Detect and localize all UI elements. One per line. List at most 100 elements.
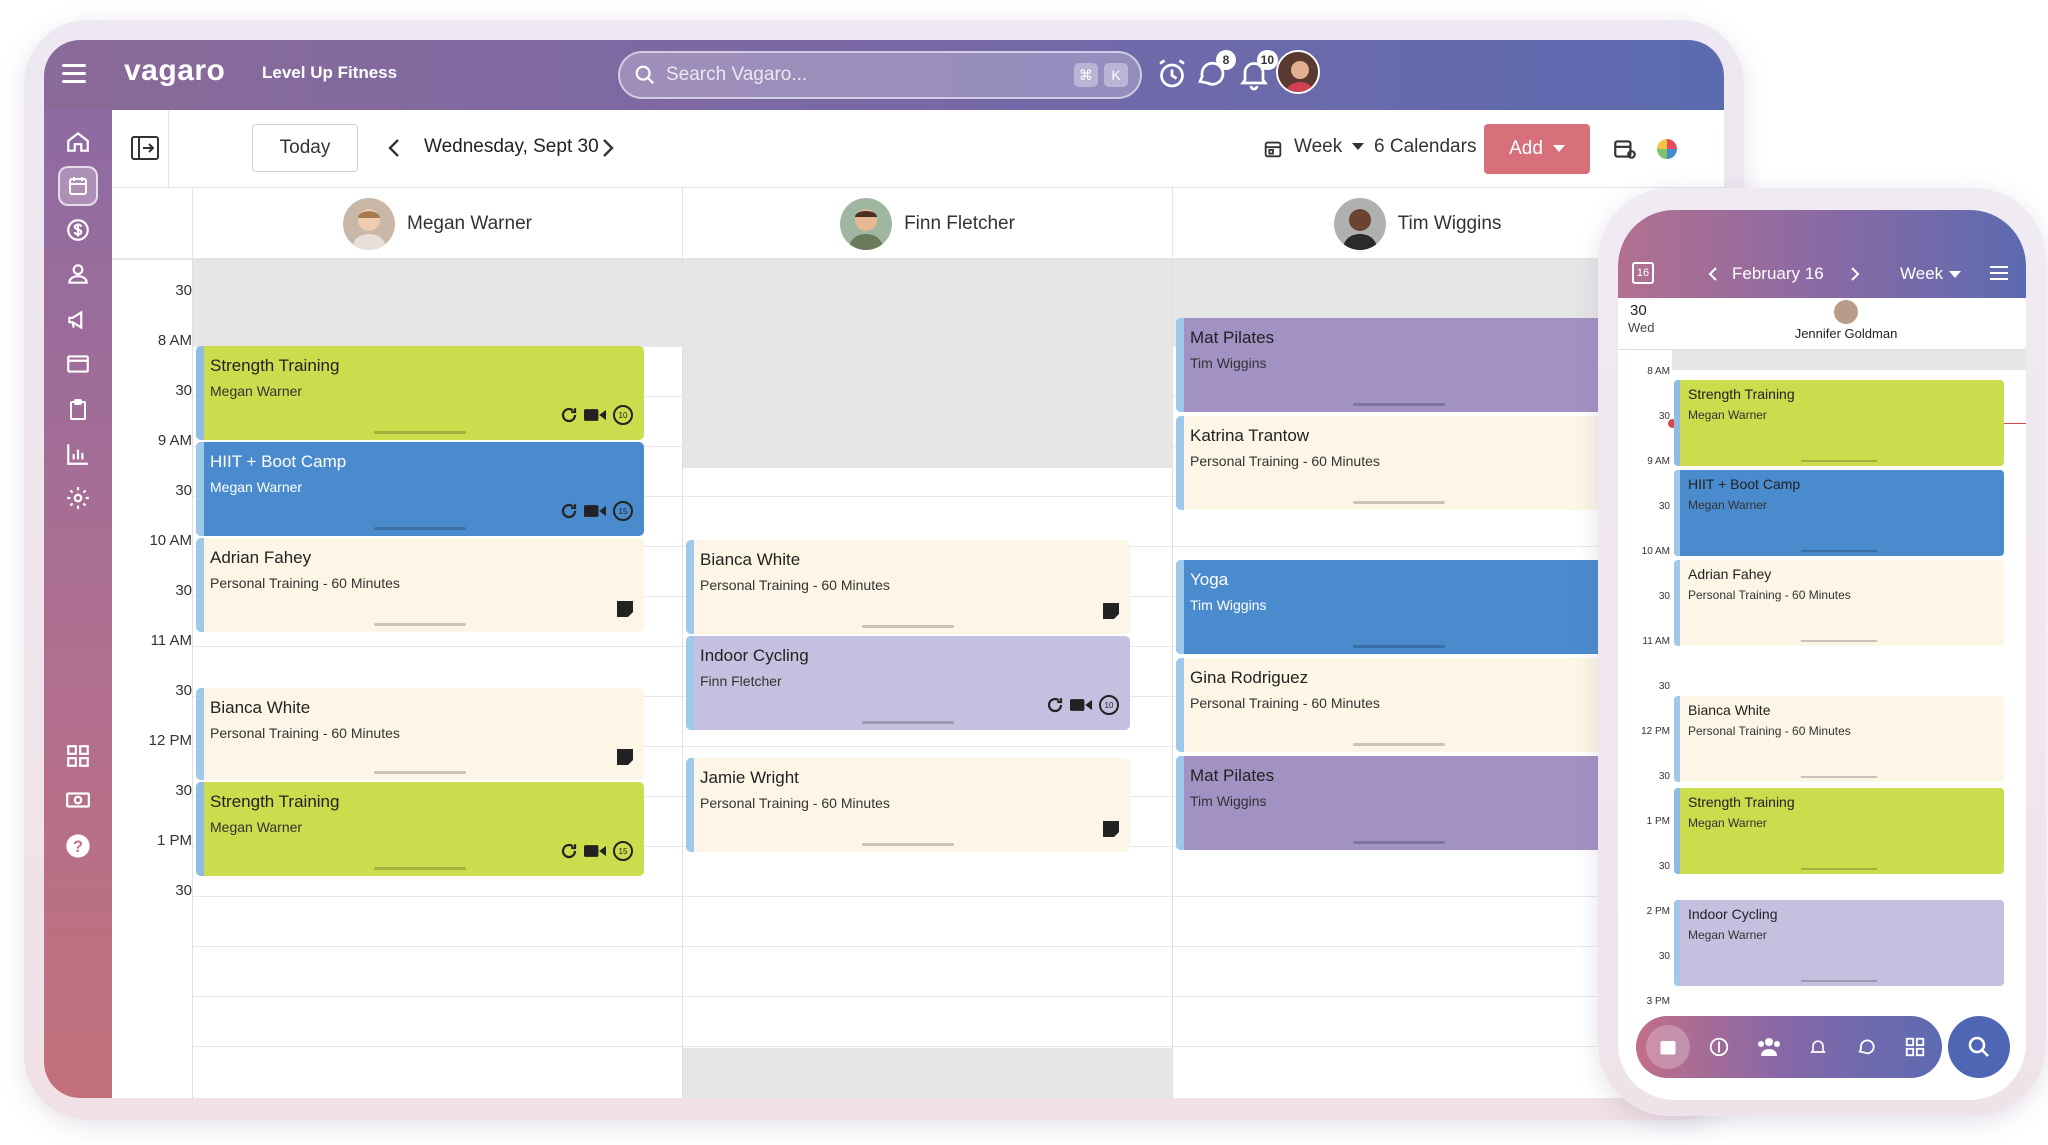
appointment-card[interactable]: Bianca White Personal Training - 60 Minu… [196, 688, 644, 780]
appointment-card[interactable]: Adrian Fahey Personal Training - 60 Minu… [196, 538, 644, 632]
resize-handle[interactable] [374, 623, 466, 626]
settings-gear-icon[interactable] [58, 478, 98, 518]
phone-month-label: February 16 [1732, 264, 1824, 283]
appointment-card[interactable]: HIIT + Boot Camp Megan Warner 15 [196, 442, 644, 536]
add-button[interactable]: Add [1484, 124, 1590, 174]
cash-icon[interactable] [58, 780, 98, 820]
appointment-subtitle: Megan Warner [1688, 408, 1767, 422]
time-label: 11 AM [1642, 636, 1670, 647]
user-avatar[interactable] [1276, 50, 1320, 94]
resize-handle[interactable] [1801, 980, 1877, 982]
calendars-select[interactable]: 6 Calendars [1374, 136, 1499, 158]
phone-search-button[interactable] [1948, 1016, 2010, 1078]
nav-calendar-icon[interactable] [1646, 1025, 1690, 1069]
resize-handle[interactable] [1353, 841, 1445, 844]
resize-handle[interactable] [1801, 550, 1877, 552]
appointment-card[interactable]: Adrian Fahey Personal Training - 60 Minu… [1674, 560, 2004, 646]
resize-handle[interactable] [1353, 645, 1445, 648]
phone-view-select[interactable]: Week [1900, 264, 1962, 284]
phone-menu-icon[interactable] [1990, 266, 2008, 280]
search-input[interactable] [666, 61, 1046, 89]
staff-name: Tim Wiggins [1397, 213, 1502, 234]
note-icon [617, 601, 633, 617]
next-icon[interactable] [1850, 266, 1860, 282]
resize-handle[interactable] [1801, 776, 1877, 778]
calendar-settings-icon[interactable] [1612, 136, 1638, 162]
next-day-icon[interactable] [602, 138, 614, 158]
clipboard-icon[interactable] [58, 390, 98, 430]
recurring-icon [561, 407, 577, 423]
collapse-panel-icon[interactable] [130, 134, 160, 167]
top-bar: vagaro Level Up Fitness ⌘ K 8 10 [44, 40, 1724, 110]
grid-line [192, 996, 1724, 997]
resize-handle[interactable] [1353, 743, 1445, 746]
customer-icon[interactable] [58, 254, 98, 294]
appointment-card[interactable]: HIIT + Boot Camp Megan Warner [1674, 470, 2004, 556]
appointment-icons [616, 600, 634, 618]
appointment-card[interactable]: Indoor Cycling Finn Fletcher 10 [686, 636, 1130, 730]
resize-handle[interactable] [1353, 501, 1445, 504]
video-icon [1070, 699, 1092, 711]
alarm-clock-icon[interactable] [1154, 56, 1190, 92]
appointment-card[interactable]: Strength Training Megan Warner [1674, 788, 2004, 874]
resize-handle[interactable] [862, 721, 954, 724]
appointment-card[interactable]: Gina Rodriguez Personal Training - 60 Mi… [1176, 658, 1622, 752]
resize-handle[interactable] [374, 867, 466, 870]
help-icon[interactable]: ? [58, 826, 98, 866]
phone-calendar-icon[interactable]: 16 [1632, 262, 1654, 284]
menu-icon[interactable] [62, 64, 86, 84]
staff-column-header[interactable]: Finn Fletcher [682, 188, 1172, 260]
prev-icon[interactable] [1708, 266, 1718, 282]
resize-handle[interactable] [374, 431, 466, 434]
video-icon [584, 845, 606, 857]
chat-icon[interactable]: 8 [1194, 50, 1236, 92]
view-select[interactable]: Week [1294, 136, 1365, 158]
appointment-card[interactable]: Yoga Tim Wiggins [1176, 560, 1622, 654]
appointment-card[interactable]: Strength Training Megan Warner 10 [196, 346, 644, 440]
staff-column-header[interactable]: Megan Warner [192, 188, 682, 260]
color-palette-icon[interactable] [1656, 138, 1678, 160]
appointment-card[interactable]: Strength Training Megan Warner 15 [196, 782, 644, 876]
appointment-title: Bianca White [1688, 702, 1771, 718]
resize-handle[interactable] [1353, 403, 1445, 406]
nav-apps-icon[interactable] [1904, 1036, 1926, 1058]
appointment-icons [616, 748, 634, 766]
today-button[interactable]: Today [252, 124, 358, 172]
appointment-card[interactable]: Jamie Wright Personal Training - 60 Minu… [686, 758, 1130, 852]
time-label: 8 AM [157, 332, 192, 349]
appointment-subtitle: Megan Warner [210, 479, 303, 495]
resize-handle[interactable] [374, 527, 466, 530]
appointment-card[interactable]: Indoor Cycling Megan Warner [1674, 900, 2004, 986]
appointment-card[interactable]: Mat Pilates Tim Wiggins [1176, 756, 1622, 850]
appointment-card[interactable]: Bianca White Personal Training - 60 Minu… [1674, 696, 2004, 782]
staff-column-header[interactable]: Tim Wiggins [1172, 188, 1662, 260]
reports-icon[interactable] [58, 434, 98, 474]
appointment-card[interactable]: Bianca White Personal Training - 60 Minu… [686, 540, 1130, 634]
megaphone-icon[interactable] [58, 300, 98, 340]
resize-handle[interactable] [1801, 640, 1877, 642]
app-logo[interactable]: vagaro [124, 54, 225, 88]
prev-day-icon[interactable] [388, 138, 400, 158]
resize-handle[interactable] [1801, 460, 1877, 462]
appointment-card[interactable]: Mat Pilates Tim Wiggins [1176, 318, 1622, 412]
appointment-card[interactable]: Strength Training Megan Warner [1674, 380, 2004, 466]
dollar-icon[interactable] [58, 210, 98, 250]
time-label: 1 PM [1646, 816, 1670, 827]
appointment-card[interactable]: Katrina Trantow Personal Training - 60 M… [1176, 416, 1622, 510]
nav-chat-icon[interactable] [1856, 1036, 1878, 1058]
nav-bell-icon[interactable] [1808, 1036, 1828, 1058]
apps-grid-icon[interactable] [58, 736, 98, 776]
calendar-icon[interactable] [58, 166, 98, 206]
time-label: 10 AM [149, 532, 192, 549]
bell-icon[interactable]: 10 [1236, 50, 1278, 92]
home-icon[interactable] [58, 122, 98, 162]
resize-handle[interactable] [862, 843, 954, 846]
resize-handle[interactable] [862, 625, 954, 628]
online-booking-icon[interactable] [58, 344, 98, 384]
resize-handle[interactable] [374, 771, 466, 774]
resize-handle[interactable] [1801, 868, 1877, 870]
search-bar[interactable]: ⌘ K [618, 51, 1142, 99]
nav-dollar-icon[interactable] [1708, 1036, 1730, 1058]
week-calendar-icon [1264, 141, 1282, 158]
nav-customers-icon[interactable] [1756, 1036, 1782, 1058]
